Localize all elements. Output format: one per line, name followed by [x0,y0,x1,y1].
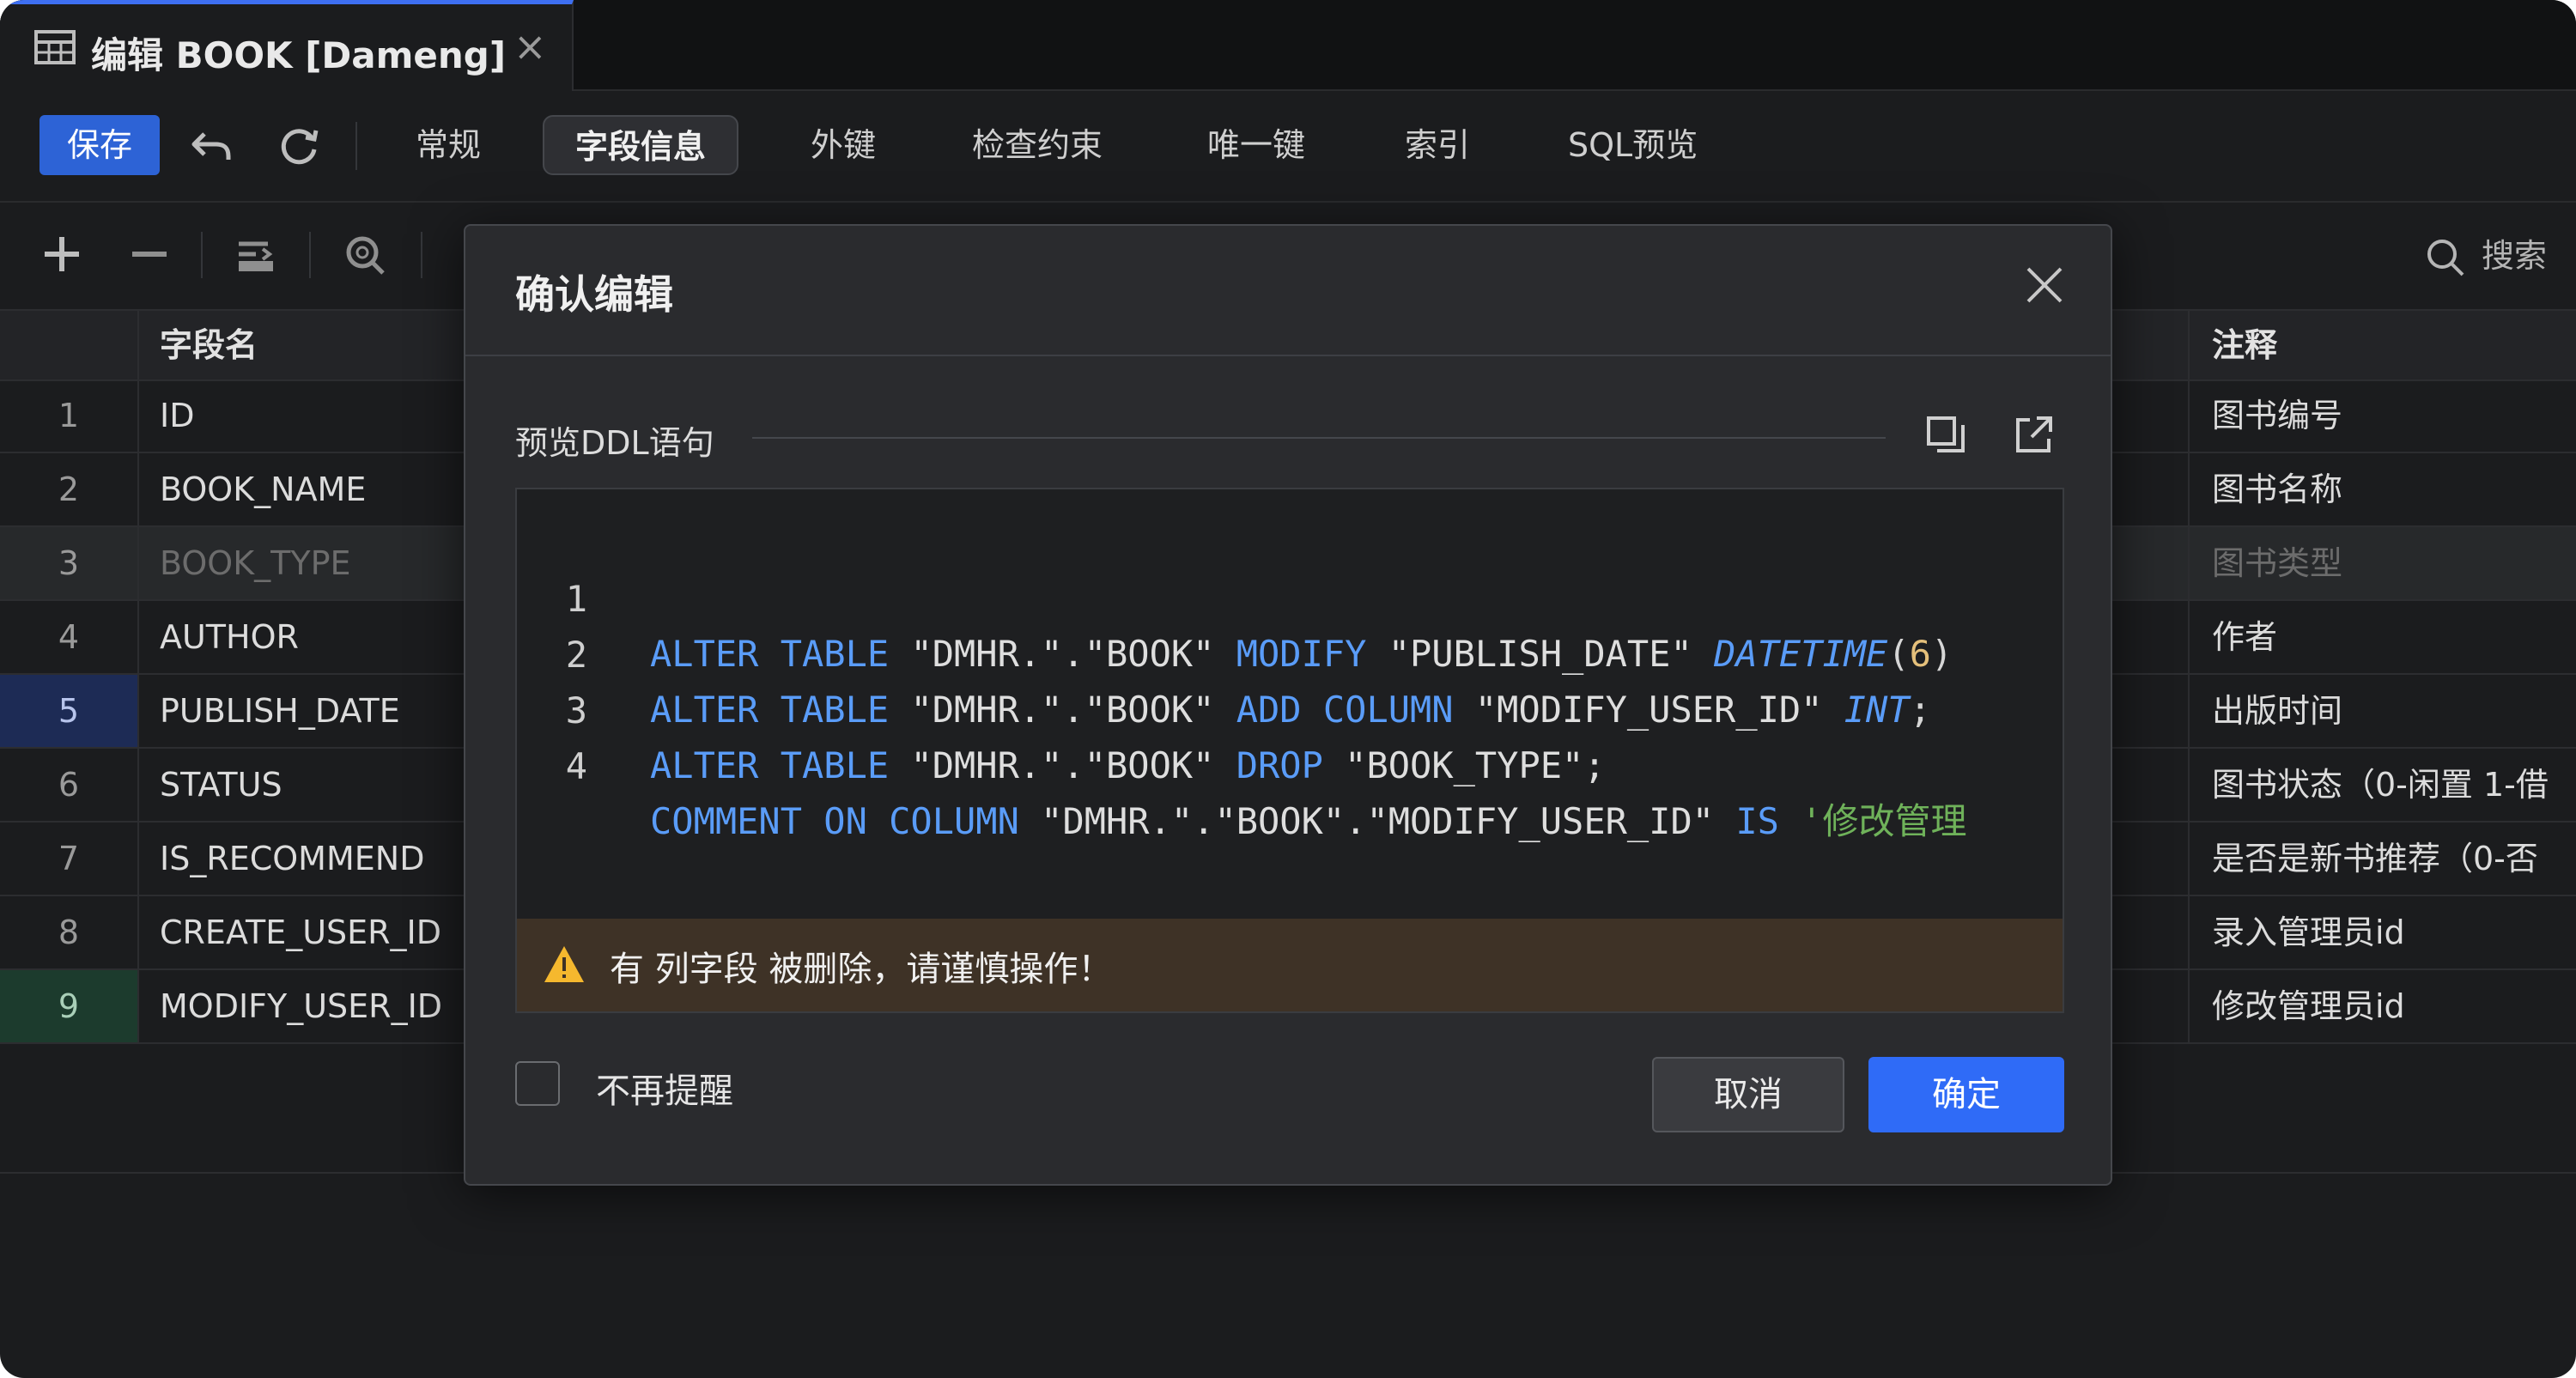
line-number: 4 [565,745,587,787]
confirm-button[interactable]: 确定 [1868,1057,2064,1132]
confirm-edit-dialog: 确认编辑 预览DDL语句 1 ALTER TABLE "DMHR."."BOOK… [464,224,2112,1186]
open-external-icon[interactable] [2011,413,2056,458]
warning-text: 有 列字段 被删除，请谨慎操作！ [610,950,1113,989]
dont-remind-checkbox[interactable] [515,1061,560,1106]
section-rule [752,437,1886,439]
dont-remind-label[interactable]: 不再提醒 [596,1063,733,1113]
code-line: 1 ALTER TABLE "DMHR."."BOOK" MODIFY "PUB… [517,517,1953,675]
ddl-code-block[interactable]: 1 ALTER TABLE "DMHR."."BOOK" MODIFY "PUB… [515,488,2064,1013]
preview-ddl-label: 预览DDL语句 [515,424,714,462]
warning-banner: 有 列字段 被删除，请谨慎操作！ [517,919,2063,1011]
code-line: 4 COMMENT ON COLUMN "DMHR."."BOOK"."MODI… [517,684,1967,842]
app-window: 编辑 BOOK [Dameng] × 保存 常规 字段信息 外键 检查约束 唯一… [0,0,2576,1378]
warning-icon [544,946,584,982]
dialog-title: 确认编辑 [515,271,673,318]
code-line: 3 ALTER TABLE "DMHR."."BOOK" DROP "BOOK_… [517,628,1606,786]
code-line: 2 ALTER TABLE "DMHR."."BOOK" ADD COLUMN … [517,573,1931,731]
cancel-button[interactable]: 取消 [1652,1057,1844,1132]
close-icon[interactable] [2023,264,2066,307]
copy-icon[interactable] [1923,413,1968,458]
dialog-divider [465,355,2111,356]
